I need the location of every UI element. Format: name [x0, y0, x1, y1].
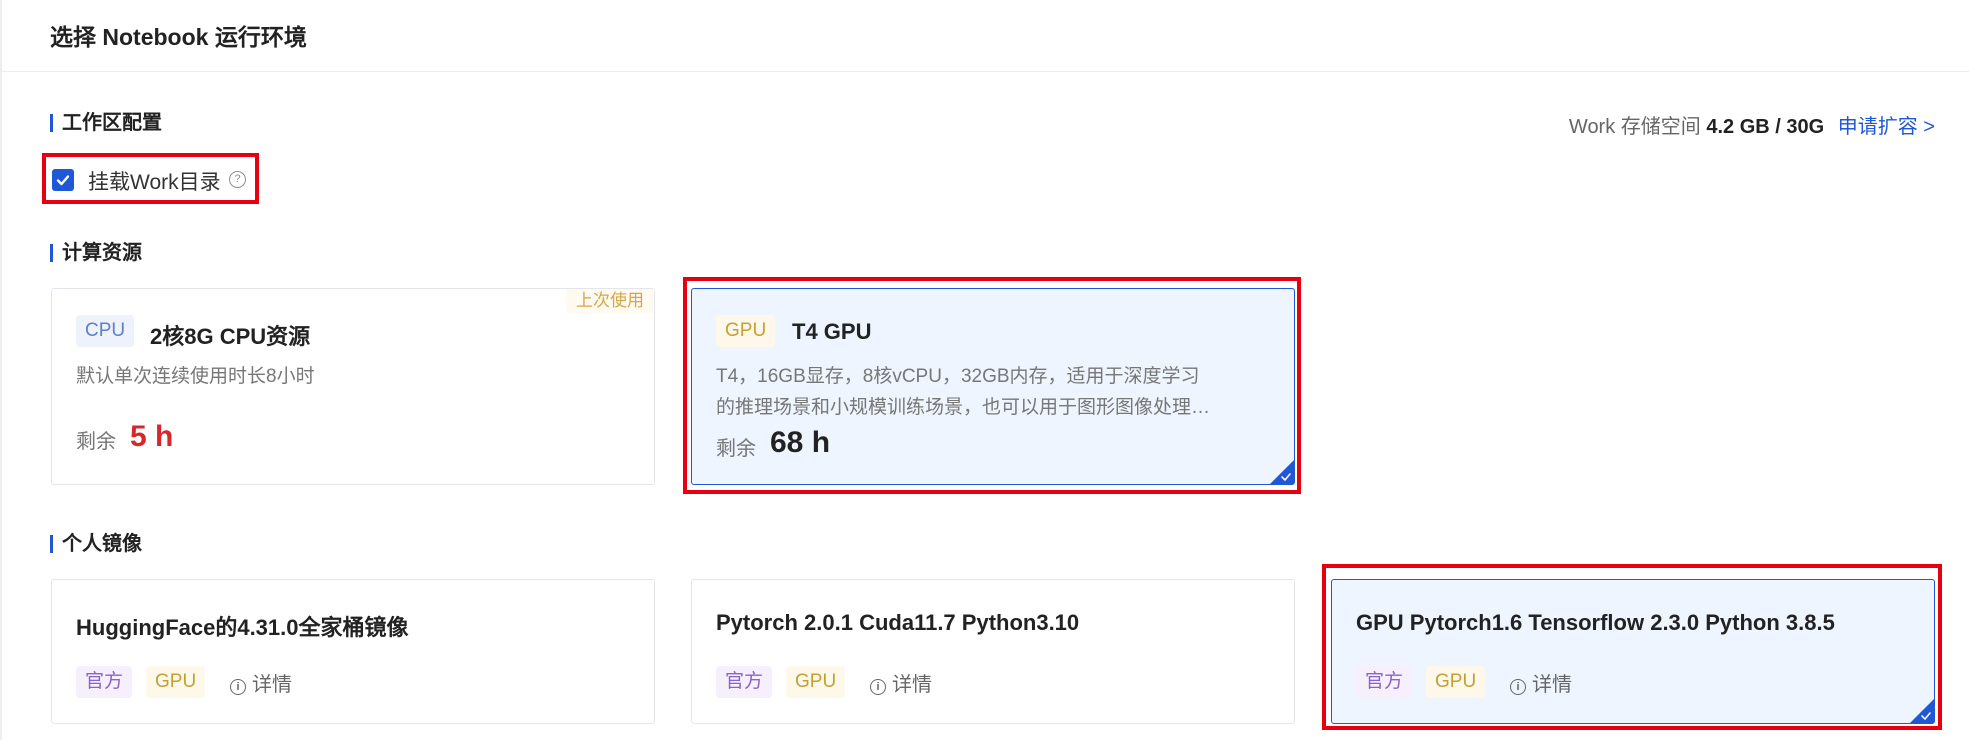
- detail-link[interactable]: i 详情: [870, 668, 932, 697]
- gpu-tag: GPU: [1426, 666, 1486, 698]
- info-icon: i: [870, 679, 886, 695]
- page-title: 选择 Notebook 运行环境: [50, 24, 307, 50]
- last-used-badge: 上次使用: [566, 289, 654, 313]
- detail-label: 详情: [252, 674, 292, 696]
- remain-label: 剩余: [716, 438, 756, 460]
- page-header: 选择 Notebook 运行环境: [0, 0, 1969, 72]
- compute-card-t4-gpu[interactable]: GPU T4 GPU T4，16GB显存，8核vCPU，32GB内存，适用于深度…: [691, 288, 1295, 485]
- image-card-huggingface[interactable]: HuggingFace的4.31.0全家桶镜像 官方 GPU i 详情: [51, 579, 655, 724]
- desc-line-2: 的推理场景和小规模训练场景，也可以用于图形图像处理…: [716, 397, 1211, 418]
- storage-label: Work 存储空间: [1568, 116, 1701, 138]
- image-card-title: GPU Pytorch1.6 Tensorflow 2.3.0 Python 3…: [1356, 610, 1835, 635]
- section-title-compute: 计算资源: [50, 241, 142, 265]
- expand-storage-link[interactable]: 申请扩容 >: [1838, 116, 1935, 138]
- info-icon: i: [230, 679, 246, 695]
- mount-work-checkbox[interactable]: [52, 169, 74, 191]
- official-tag: 官方: [1356, 666, 1413, 698]
- detail-label: 详情: [1532, 674, 1572, 696]
- official-tag: 官方: [716, 666, 773, 698]
- section-title-images: 个人镜像: [50, 532, 142, 556]
- remain-value: 5 h: [130, 420, 174, 453]
- section-title-workspace: 工作区配置: [50, 111, 162, 135]
- storage-value: 4.2 GB / 30G: [1706, 116, 1825, 138]
- desc-line-1: T4，16GB显存，8核vCPU，32GB内存，适用于深度学习: [716, 366, 1200, 387]
- gpu-tag: GPU: [716, 315, 776, 347]
- selected-check-icon: [1910, 699, 1934, 723]
- detail-link[interactable]: i 详情: [1510, 668, 1572, 697]
- image-card-title: Pytorch 2.0.1 Cuda11.7 Python3.10: [716, 610, 1080, 635]
- compute-card-desc: T4，16GB显存，8核vCPU，32GB内存，适用于深度学习 的推理场景和小规…: [716, 361, 1286, 423]
- image-card-pytorch-2[interactable]: Pytorch 2.0.1 Cuda11.7 Python3.10 官方 GPU…: [691, 579, 1295, 724]
- gpu-tag: GPU: [786, 666, 846, 698]
- detail-label: 详情: [892, 674, 932, 696]
- help-icon[interactable]: ?: [229, 171, 246, 188]
- image-card-pytorch-1-6[interactable]: GPU Pytorch1.6 Tensorflow 2.3.0 Python 3…: [1331, 579, 1935, 724]
- cpu-tag: CPU: [76, 315, 135, 347]
- selected-check-icon: [1270, 460, 1294, 484]
- compute-card-title: 2核8G CPU资源: [150, 324, 311, 349]
- image-card-title: HuggingFace的4.31.0全家桶镜像: [76, 615, 409, 640]
- left-border: [0, 0, 2, 740]
- compute-card-cpu[interactable]: 上次使用 CPU 2核8G CPU资源 默认单次连续使用时长8小时 剩余 5 h: [51, 288, 655, 485]
- mount-work-label[interactable]: 挂载Work目录: [88, 166, 221, 196]
- storage-info: Work 存储空间 4.2 GB / 30G 申请扩容 >: [1569, 110, 1935, 139]
- compute-card-desc: 默认单次连续使用时长8小时: [76, 366, 315, 387]
- remain-label: 剩余: [76, 431, 116, 453]
- info-icon: i: [1510, 679, 1526, 695]
- gpu-tag: GPU: [146, 666, 206, 698]
- compute-card-title: T4 GPU: [792, 319, 872, 344]
- official-tag: 官方: [76, 666, 133, 698]
- notebook-env-page: 选择 Notebook 运行环境 工作区配置 Work 存储空间 4.2 GB …: [0, 0, 1969, 740]
- detail-link[interactable]: i 详情: [230, 668, 292, 697]
- check-icon: [56, 175, 70, 186]
- remain-value: 68 h: [770, 426, 831, 459]
